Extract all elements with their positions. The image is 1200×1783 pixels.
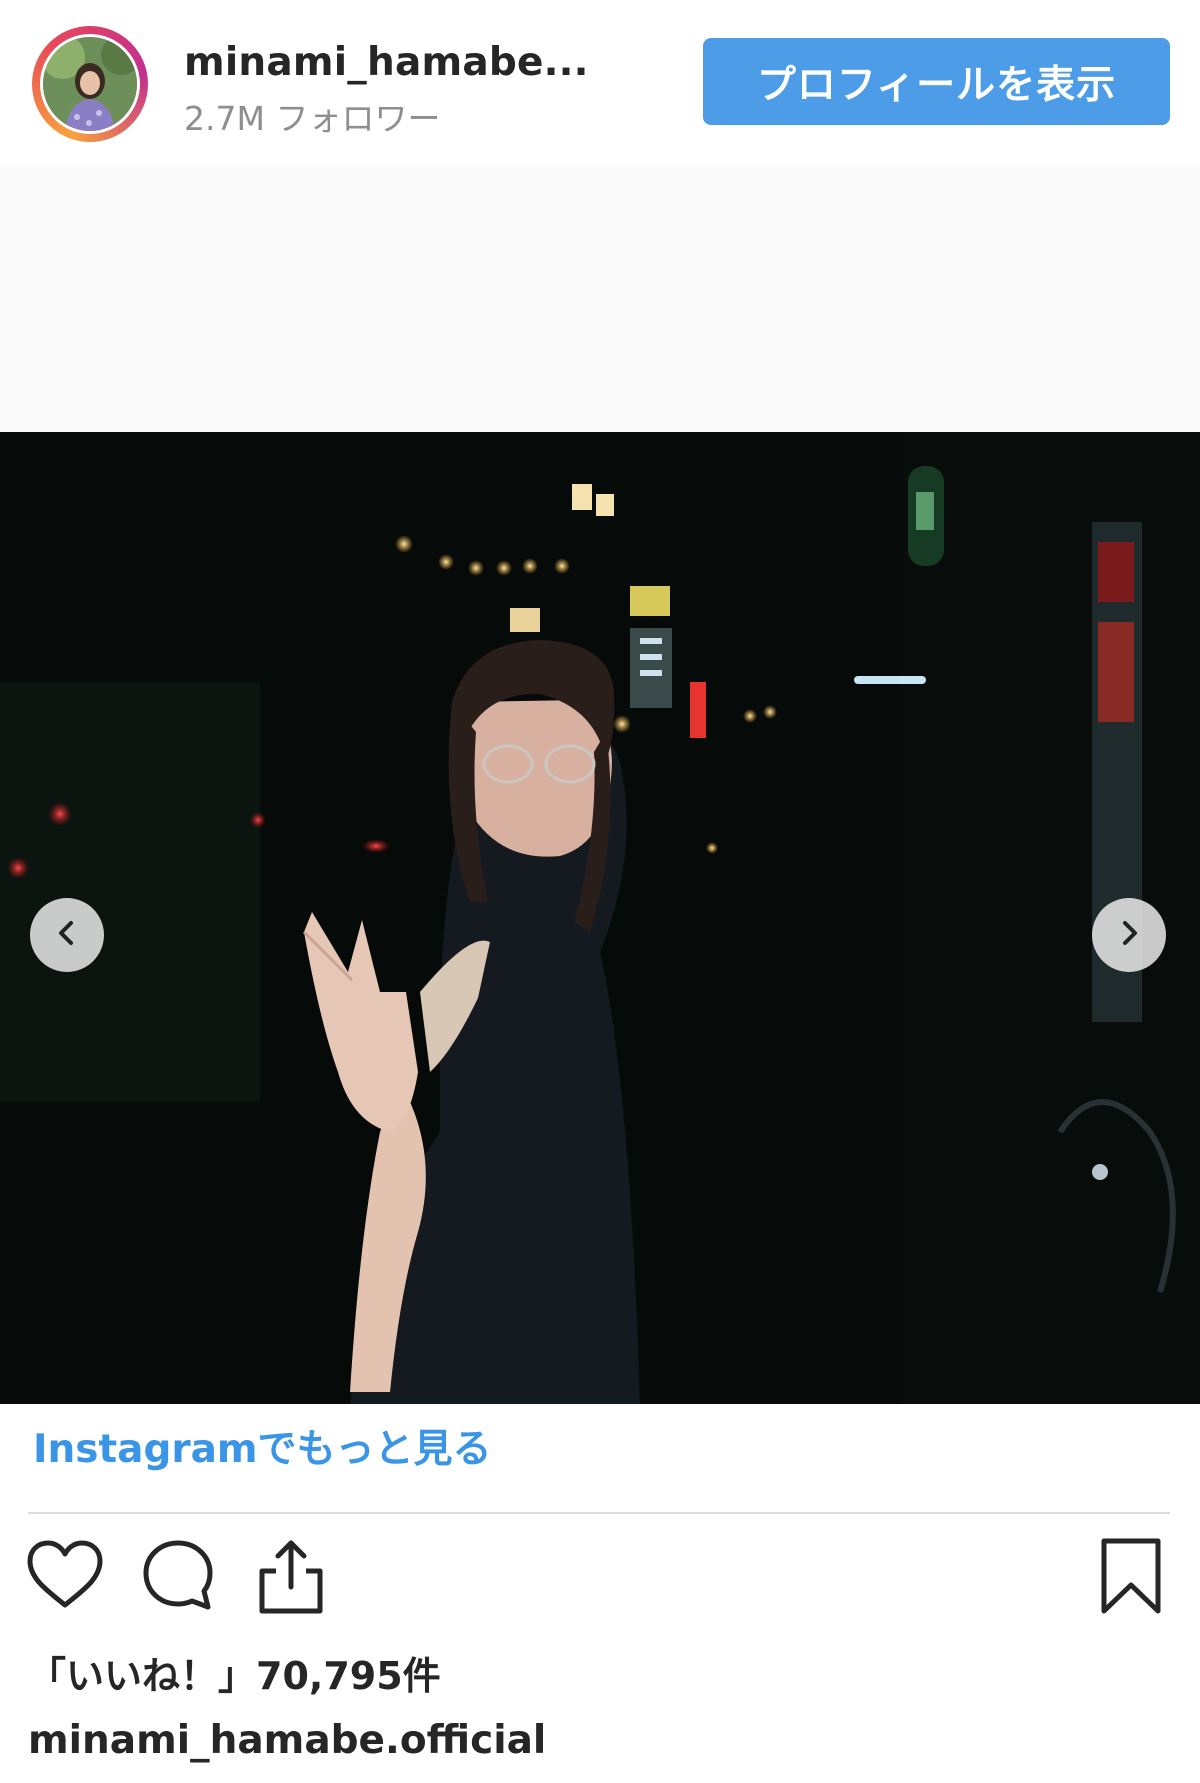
divider bbox=[28, 1512, 1170, 1514]
share-icon bbox=[250, 1540, 332, 1621]
post-photo[interactable] bbox=[0, 432, 1200, 1404]
comment-icon bbox=[138, 1540, 220, 1621]
chevron-left-icon bbox=[53, 919, 81, 951]
view-more-on-instagram-link[interactable]: Instagramでもっと見る bbox=[33, 1418, 492, 1474]
caption-username[interactable]: minami_hamabe.official bbox=[28, 1718, 546, 1763]
save-button[interactable] bbox=[1090, 1535, 1172, 1617]
username[interactable]: minami_hamabe... bbox=[184, 40, 589, 85]
chevron-right-icon bbox=[1115, 919, 1143, 951]
bookmark-icon bbox=[1090, 1538, 1172, 1621]
follower-count: 2.7M フォロワー bbox=[184, 99, 441, 138]
heart-icon bbox=[24, 1540, 106, 1621]
carousel-next-button[interactable] bbox=[1092, 898, 1166, 972]
view-profile-button[interactable]: プロフィールを表示 bbox=[703, 38, 1170, 125]
like-button[interactable] bbox=[24, 1535, 106, 1617]
like-count: 「いいね！」70,795件 bbox=[28, 1654, 441, 1698]
carousel-prev-button[interactable] bbox=[30, 898, 104, 972]
share-button[interactable] bbox=[250, 1535, 332, 1617]
avatar[interactable] bbox=[32, 26, 148, 142]
avatar-image[interactable] bbox=[40, 34, 140, 134]
comment-button[interactable] bbox=[138, 1535, 220, 1617]
post-header: minami_hamabe... 2.7M フォロワー プロフィールを表示 bbox=[0, 0, 1200, 165]
post-media-container bbox=[0, 165, 1200, 1404]
